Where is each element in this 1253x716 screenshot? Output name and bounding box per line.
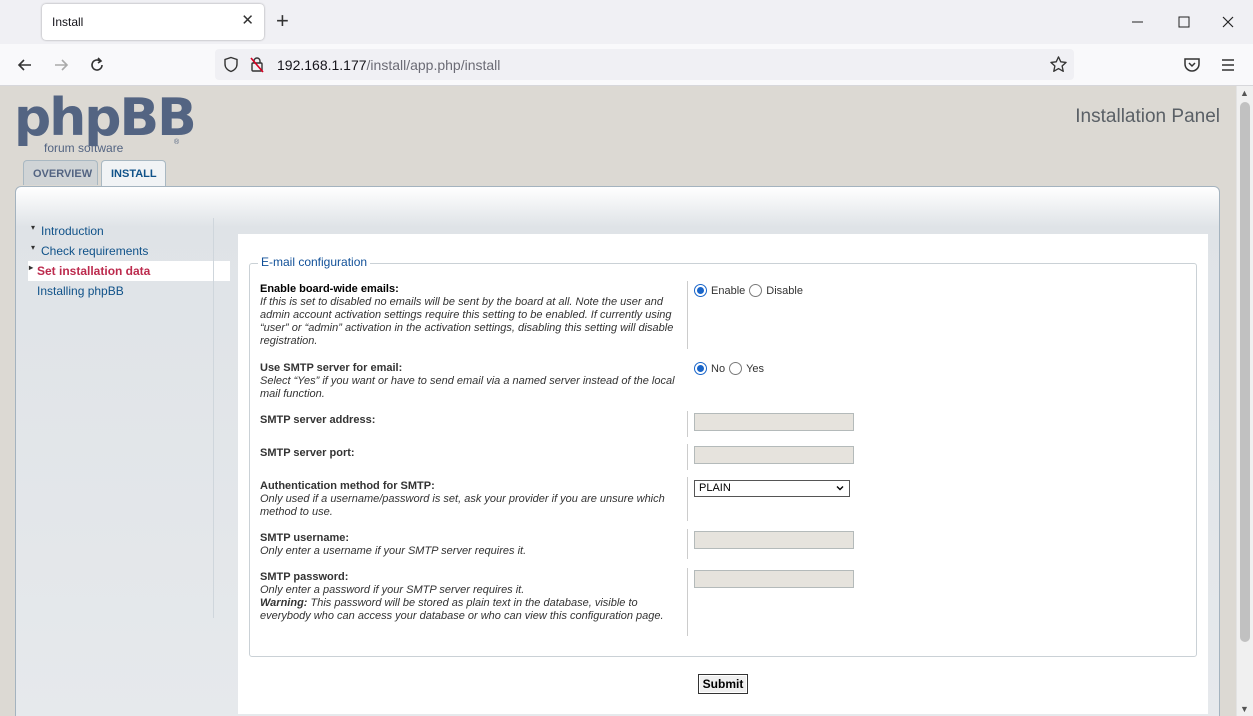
- warning-label: Warning:: [260, 597, 308, 609]
- navigation-toolbar: 192.168.1.177/install/app.php/install: [0, 44, 1253, 86]
- board-emails-options: Enable Disable: [694, 284, 807, 297]
- smtp-pass-title: SMTP password:: [260, 571, 349, 583]
- logo-registered-mark: ®: [174, 139, 180, 146]
- url-bar[interactable]: 192.168.1.177/install/app.php/install: [215, 49, 1074, 80]
- chevron-down-icon: [836, 486, 844, 491]
- smtp-auth-select[interactable]: PLAIN: [694, 480, 850, 497]
- smtp-title: Use SMTP server for email:: [260, 362, 403, 374]
- radio-yes[interactable]: [729, 362, 743, 375]
- sidebar-item-installing-phpbb: Installing phpBB: [28, 281, 230, 301]
- new-tab-button[interactable]: +: [276, 10, 289, 32]
- smtp-port-input[interactable]: [694, 446, 854, 464]
- sidebar-item-introduction[interactable]: ▾ Introduction: [28, 221, 230, 241]
- smtp-host-input[interactable]: [694, 413, 854, 431]
- tab-install[interactable]: INSTALL: [101, 160, 166, 187]
- url-host: 192.168.1.177: [277, 57, 367, 73]
- smtp-pass-explain-text: Only enter a password if your SMTP serve…: [260, 584, 525, 596]
- minimize-icon[interactable]: [1128, 12, 1148, 32]
- vertical-scrollbar[interactable]: ▲ ▼: [1236, 86, 1253, 716]
- row-divider: [687, 411, 688, 437]
- sidebar-item-label: Set installation data: [37, 264, 151, 278]
- radio-no[interactable]: [694, 362, 707, 375]
- sidebar-item-label: Installing phpBB: [37, 284, 124, 298]
- row-divider: [687, 281, 688, 349]
- smtp-auth-label: Authentication method for SMTP: Only use…: [260, 480, 678, 519]
- page-title: Installation Panel: [1075, 106, 1220, 127]
- shield-icon[interactable]: [223, 56, 239, 73]
- maximize-icon[interactable]: [1174, 12, 1194, 32]
- row-divider: [687, 529, 688, 559]
- radio-no-label[interactable]: No: [711, 363, 725, 375]
- email-config-fieldset: E-mail configuration Enable board-wide e…: [249, 255, 1197, 657]
- board-emails-label: Enable board-wide emails: If this is set…: [260, 283, 678, 348]
- browser-tab[interactable]: Install ✕: [42, 4, 264, 40]
- logo-subtitle: forum software: [44, 141, 124, 155]
- smtp-auth-title: Authentication method for SMTP:: [260, 480, 435, 492]
- fieldset-legend: E-mail configuration: [258, 255, 371, 269]
- reload-icon[interactable]: [87, 55, 107, 75]
- smtp-auth-selected: PLAIN: [699, 482, 731, 494]
- row-divider: [687, 444, 688, 470]
- content-panel: E-mail configuration Enable board-wide e…: [238, 234, 1208, 714]
- sidebar-item-set-installation-data[interactable]: ▸ Set installation data: [28, 261, 230, 281]
- url-path: /install/app.php/install: [366, 57, 501, 73]
- tab-overview[interactable]: OVERVIEW: [23, 160, 98, 185]
- bullet-arrow-icon: ▾: [31, 243, 36, 252]
- smtp-options: No Yes: [694, 362, 768, 375]
- close-tab-icon[interactable]: ✕: [241, 13, 254, 29]
- board-emails-title: Enable board-wide emails:: [260, 283, 399, 295]
- smtp-user-input[interactable]: [694, 531, 854, 549]
- smtp-pass-explain: Only enter a password if your SMTP serve…: [260, 584, 664, 622]
- warning-text: This password will be stored as plain te…: [260, 597, 664, 622]
- browser-tab-bar: Install ✕ +: [0, 0, 1253, 44]
- url-text[interactable]: 192.168.1.177/install/app.php/install: [277, 57, 500, 73]
- sidebar-item-label: Check requirements: [41, 244, 149, 258]
- close-window-icon[interactable]: [1218, 12, 1238, 32]
- smtp-explain: Select “Yes” if you want or have to send…: [260, 375, 675, 400]
- forward-arrow-icon[interactable]: [51, 55, 71, 75]
- back-arrow-icon[interactable]: [15, 55, 35, 75]
- radio-enable-label[interactable]: Enable: [711, 285, 745, 297]
- menu-divider: [213, 218, 214, 618]
- sidebar-item-label: Introduction: [41, 224, 104, 238]
- radio-disable-label[interactable]: Disable: [766, 285, 803, 297]
- smtp-host-label: SMTP server address:: [260, 414, 678, 427]
- scroll-up-icon[interactable]: ▲: [1240, 88, 1249, 98]
- board-emails-explain: If this is set to disabled no emails wil…: [260, 296, 674, 347]
- smtp-user-label: SMTP username: Only enter a username if …: [260, 532, 678, 558]
- bookmark-star-icon[interactable]: [1049, 55, 1068, 74]
- smtp-user-explain: Only enter a username if your SMTP serve…: [260, 545, 527, 557]
- row-divider: [687, 568, 688, 636]
- submit-button[interactable]: Submit: [698, 674, 748, 694]
- radio-enable[interactable]: [694, 284, 707, 297]
- smtp-auth-explain: Only used if a username/password is set,…: [260, 493, 665, 518]
- tab-title: Install: [52, 15, 84, 29]
- smtp-host-title: SMTP server address:: [260, 414, 376, 426]
- smtp-port-label: SMTP server port:: [260, 447, 678, 460]
- phpbb-logo[interactable]: phpBB forum software ®: [14, 88, 197, 155]
- scrollbar-thumb[interactable]: [1240, 102, 1250, 642]
- radio-yes-label[interactable]: Yes: [746, 363, 764, 375]
- smtp-port-title: SMTP server port:: [260, 447, 355, 459]
- sidebar-menu: ▾ Introduction ▾ Check requirements ▸ Se…: [28, 221, 230, 301]
- scroll-down-icon[interactable]: ▼: [1240, 704, 1249, 714]
- sidebar-item-check-requirements[interactable]: ▾ Check requirements: [28, 241, 230, 261]
- hamburger-menu-icon[interactable]: [1218, 55, 1238, 75]
- smtp-user-title: SMTP username:: [260, 532, 350, 544]
- page-viewport: phpBB forum software ® Installation Pane…: [0, 86, 1253, 716]
- smtp-pass-input[interactable]: [694, 570, 854, 588]
- smtp-pass-label: SMTP password: Only enter a password if …: [260, 571, 678, 623]
- insecure-lock-icon[interactable]: [249, 56, 265, 73]
- pocket-icon[interactable]: [1182, 55, 1202, 75]
- row-divider: [687, 477, 688, 521]
- bullet-arrow-icon: ▾: [31, 223, 36, 232]
- bullet-arrow-icon: ▸: [29, 263, 34, 272]
- radio-disable[interactable]: [749, 284, 763, 297]
- logo-wordmark: phpBB: [14, 88, 197, 148]
- smtp-label: Use SMTP server for email: Select “Yes” …: [260, 362, 678, 401]
